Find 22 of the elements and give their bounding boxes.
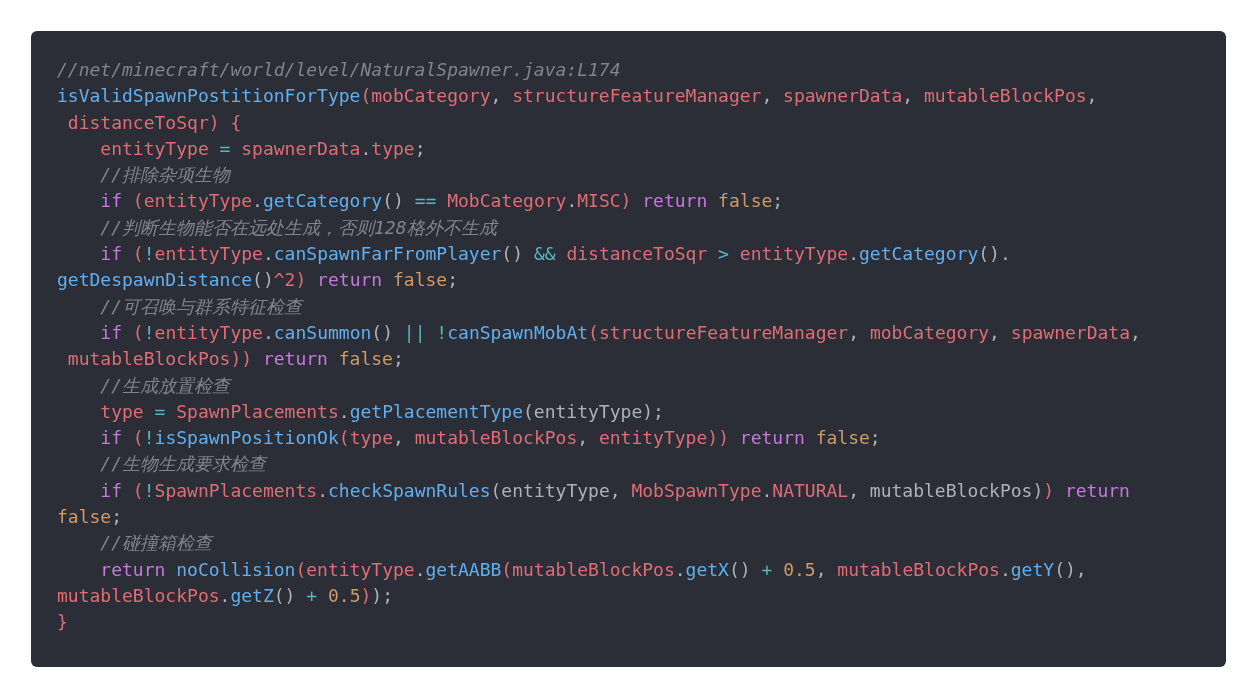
code-line: entityType = spawnerData.type;: [99, 136, 426, 161]
code-comment: //可召唤与群系特征检查: [99, 294, 303, 319]
code-comment: //生物生成要求检查: [99, 452, 267, 477]
code-comment: //排除杂项生物: [99, 163, 231, 188]
code-line: type = SpawnPlacements.getPlacementType(entityType);: [99, 399, 664, 424]
code-line: if (entityType.getCategory() == MobCategory.MISC) return false;: [99, 189, 784, 214]
code-line: if (!isSpawnPositionOk(type, mutableBlockPos, entityType)) return false;: [99, 426, 881, 451]
code-line: false;: [57, 505, 123, 530]
code-line: if (!SpawnPlacements.checkSpawnRules(entityType, MobSpawnType.NATURAL, mutableBlockPos)) return: [99, 478, 1130, 503]
code-comment: //判断生物能否在远处生成，否则128格外不生成: [99, 215, 497, 240]
code-line: getDespawnDistance()^2) return false;: [57, 268, 458, 293]
code-line: mutableBlockPos.getZ() + 0.5));: [57, 583, 393, 608]
code-line: mutableBlockPos)) return false;: [66, 347, 404, 372]
code-comment: //生成放置检查: [99, 373, 231, 398]
code-comment: //net/minecraft/world/level/NaturalSpawner.java:L174: [57, 58, 621, 82]
code-line: if (!entityType.canSummon() || !canSpawnMobAt(structureFeatureManager, mobCategory, spawnerData,: [99, 320, 1141, 345]
code-comment: //碰撞箱检查: [99, 531, 213, 556]
code-line: return noCollision(entityType.getAABB(mutableBlockPos.getX() + 0.5, mutableBlockPos.getY(),: [99, 557, 1087, 582]
code-line: }: [57, 610, 68, 635]
code-line: if (!entityType.canSpawnFarFromPlayer() && distanceToSqr > entityType.getCategory().: [99, 242, 1011, 267]
code-line: isValidSpawnPostitionForType(mobCategory, structureFeatureManager, spawnerData, mutableBlockPos,: [57, 84, 1098, 109]
code-line: distanceToSqr) {: [66, 110, 242, 135]
